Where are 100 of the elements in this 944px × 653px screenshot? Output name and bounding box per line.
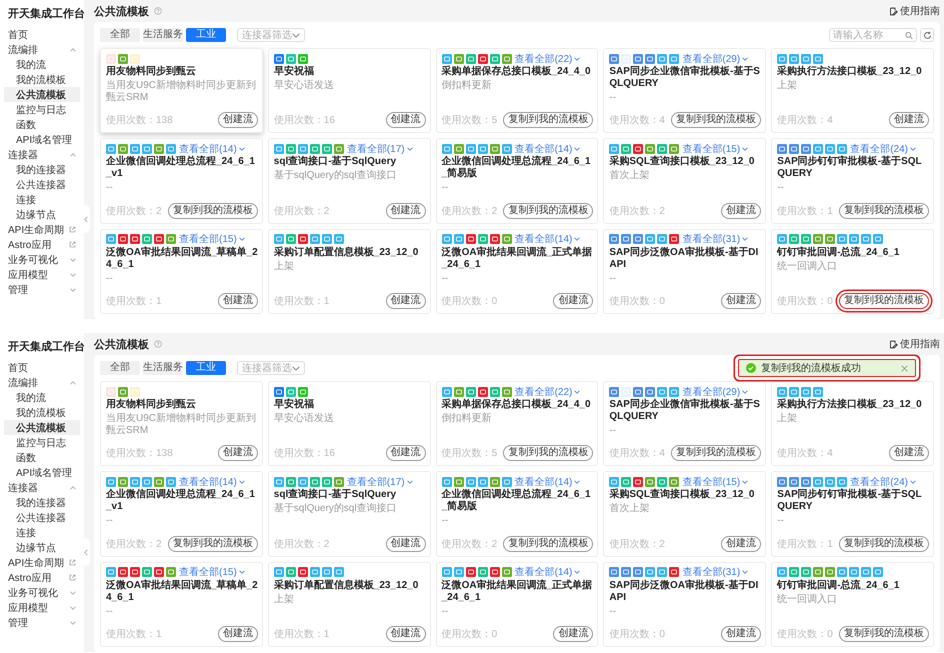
template-card[interactable]: 采购订单配置信息模板_23_12_0 上架 使用次数：1 创建流 [268,562,431,647]
nav-item[interactable]: 我的流模板 [4,405,80,420]
nav-item[interactable]: 我的连接器 [4,162,80,177]
category-tab[interactable]: 全部 [100,28,140,42]
category-tab[interactable]: 工业 [186,361,226,375]
view-all-link[interactable]: 查看全部(14) [179,142,245,156]
nav-item[interactable]: 连接器 [4,480,80,495]
nav-item[interactable]: 连接 [4,525,80,540]
view-all-link[interactable]: 查看全部(29) [682,384,748,398]
nav-item[interactable]: 管理 [4,282,80,297]
user-guide-link[interactable]: 使用指南 [889,4,940,18]
card-action-button[interactable]: 创建流 [553,293,594,309]
template-card[interactable]: 查看全部(14) 企业微信回调处理总流程_24_6_1_简易版 -- 使用次数：2 复制到我的流模板 [436,471,598,557]
nav-item[interactable]: Astro应用 [4,570,80,585]
nav-item[interactable]: 公共连接器 [4,510,80,525]
view-all-link[interactable]: 查看全部(15) [179,232,245,246]
category-tab[interactable]: 生活服务 [143,361,183,375]
nav-item[interactable]: 流编排 [4,42,80,57]
nav-item[interactable]: 应用模型 [4,267,80,282]
card-action-button[interactable]: 创建流 [386,112,426,128]
template-card[interactable]: 查看全部(14) 企业微信回调处理总流程_24_6_1_简易版 -- 使用次数：2 复制到我的流模板 [436,138,598,224]
view-all-link[interactable]: 查看全部(22) [514,384,580,398]
collapse-sidebar-button[interactable] [82,538,90,566]
nav-item[interactable]: 函数 [4,117,80,132]
view-all-link[interactable]: 查看全部(29) [682,52,748,66]
card-action-button[interactable]: 复制到我的流模板 [839,202,929,219]
nav-item[interactable]: Astro应用 [4,237,80,252]
help-icon[interactable] [154,7,162,15]
card-action-button[interactable]: 创建流 [218,445,258,462]
view-all-link[interactable]: 查看全部(17) [346,142,413,156]
view-all-link[interactable]: 查看全部(14) [514,474,580,489]
category-tab[interactable]: 工业 [186,28,226,42]
card-action-button[interactable]: 复制到我的流模板 [839,626,929,642]
view-all-link[interactable]: 查看全部(31) [682,232,748,246]
template-card[interactable]: 查看全部(14) 泛微OA审批结果回调流_正式单据_24_6_1 -- 使用次数：0 创建流 [436,228,598,314]
category-tab[interactable]: 全部 [100,361,140,375]
nav-item[interactable]: 业务可视化 [4,252,80,267]
template-card[interactable]: 查看全部(14) 企业微信回调处理总流程_24_6_1_v1 -- 使用次数：2 复制到我的流模板 [100,471,263,557]
view-all-link[interactable]: 查看全部(15) [682,474,748,489]
template-card[interactable]: 早安祝福 早安心语发送 使用次数：16 创建流 [268,48,431,134]
template-card[interactable]: 查看全部(24) SAP同步钉钉审批模板-基于SQLQUERY -- 使用次数：1 复制到我的流模板 [771,138,934,224]
template-card[interactable]: 查看全部(22) 采购单据保存总接口模板_24_4_0 倒扣料更新 使用次数：5 复制到我的流模板 [436,381,598,466]
nav-item[interactable]: 公共连接器 [4,177,80,192]
template-card[interactable]: 查看全部(22) 采购单据保存总接口模板_24_4_0 倒扣料更新 使用次数：5 复制到我的流模板 [436,48,598,134]
nav-item[interactable]: 边缘节点 [4,207,80,222]
card-action-button[interactable]: 复制到我的流模板 [168,202,258,219]
card-action-button[interactable]: 创建流 [553,626,594,642]
collapse-sidebar-button[interactable] [82,205,90,233]
view-all-link[interactable]: 查看全部(14) [179,474,245,489]
template-card[interactable]: 查看全部(24) SAP同步钉钉审批模板-基于SQLQUERY -- 使用次数：1 复制到我的流模板 [771,471,934,557]
nav-item[interactable]: 首页 [4,27,80,42]
nav-item[interactable]: 边缘节点 [4,540,80,555]
nav-item[interactable]: API生命周期 [4,222,80,237]
template-card[interactable]: 查看全部(29) SAP同步企业微信审批模板-基于SQLQUERY -- 使用次数：4 复制到我的流模板 [603,381,766,466]
nav-item[interactable]: 监控与日志 [4,435,80,450]
view-all-link[interactable]: 查看全部(14) [514,142,580,156]
card-action-button[interactable]: 创建流 [218,293,258,309]
view-all-link[interactable]: 查看全部(17) [346,474,413,489]
nav-item[interactable]: API域名管理 [4,132,80,147]
template-card[interactable]: 查看全部(17) sql查询接口-基于SqlQuery 基于sqlQuery的sql查询接口 使用次数：2 创建流 [268,471,431,557]
nav-item[interactable]: 我的连接器 [4,495,80,510]
card-action-button[interactable]: 复制到我的流模板 [503,112,594,128]
nav-item[interactable]: API生命周期 [4,555,80,570]
nav-item[interactable]: 连接 [4,192,80,207]
nav-item[interactable]: 连接器 [4,147,80,162]
view-all-link[interactable]: 查看全部(14) [514,232,580,246]
template-card[interactable]: 钉钉审批回调-总流_24_6_1 统一回调入口 使用次数：0 复制到我的流模板 [771,228,934,314]
nav-item[interactable]: 管理 [4,615,80,630]
card-action-button[interactable]: 创建流 [386,536,426,552]
nav-item[interactable]: 流编排 [4,375,80,390]
nav-item[interactable]: 业务可视化 [4,585,80,600]
card-action-button[interactable]: 复制到我的流模板 [839,536,929,552]
nav-item[interactable]: 首页 [4,360,80,375]
template-card[interactable]: 查看全部(14) 企业微信回调处理总流程_24_6_1_v1 -- 使用次数：2 复制到我的流模板 [100,138,263,224]
card-action-button[interactable]: 创建流 [889,112,929,128]
refresh-button[interactable] [920,28,934,42]
card-action-button[interactable]: 复制到我的流模板 [168,536,258,552]
card-action-button[interactable]: 创建流 [721,536,762,552]
template-card[interactable]: 查看全部(17) sql查询接口-基于SqlQuery 基于sqlQuery的sql查询接口 使用次数：2 创建流 [268,138,431,224]
template-card[interactable]: 早安祝福 早安心语发送 使用次数：16 创建流 [268,381,431,466]
view-all-link[interactable]: 查看全部(24) [850,142,916,156]
nav-item[interactable]: 我的流 [4,57,80,72]
template-card[interactable]: 查看全部(15) 采购SQL查询接口模板_23_12_0 首次上架 使用次数：2 创建流 [603,138,766,224]
nav-item[interactable]: API域名管理 [4,465,80,480]
template-card[interactable]: 用友物料同步到甄云 当用友U9C新增物料时同步更新到甄云SRM 使用次数：138 创建流 [100,381,263,466]
view-all-link[interactable]: 查看全部(15) [682,142,748,156]
nav-item[interactable]: 公共流模板 [4,420,80,435]
card-action-button[interactable]: 创建流 [721,202,762,219]
template-card[interactable]: 查看全部(15) 采购SQL查询接口模板_23_12_0 首次上架 使用次数：2 创建流 [603,471,766,557]
template-card[interactable]: 采购执行方法接口模板_23_12_0 上架 使用次数：4 创建流 [771,48,934,134]
template-card[interactable]: 用友物料同步到甄云 当用友U9C新增物料时同步更新到甄云SRM 使用次数：138 创建流 [100,48,263,134]
card-action-button[interactable]: 复制到我的流模板 [671,112,762,128]
user-guide-link[interactable]: 使用指南 [889,337,940,351]
view-all-link[interactable]: 查看全部(15) [179,565,245,580]
card-action-button[interactable]: 创建流 [721,626,762,642]
view-all-link[interactable]: 查看全部(31) [682,565,748,580]
card-action-button[interactable]: 创建流 [386,202,426,219]
template-card[interactable]: 采购订单配置信息模板_23_12_0 上架 使用次数：1 创建流 [268,228,431,314]
nav-item[interactable]: 函数 [4,450,80,465]
card-action-button[interactable]: 复制到我的流模板 [671,445,762,462]
